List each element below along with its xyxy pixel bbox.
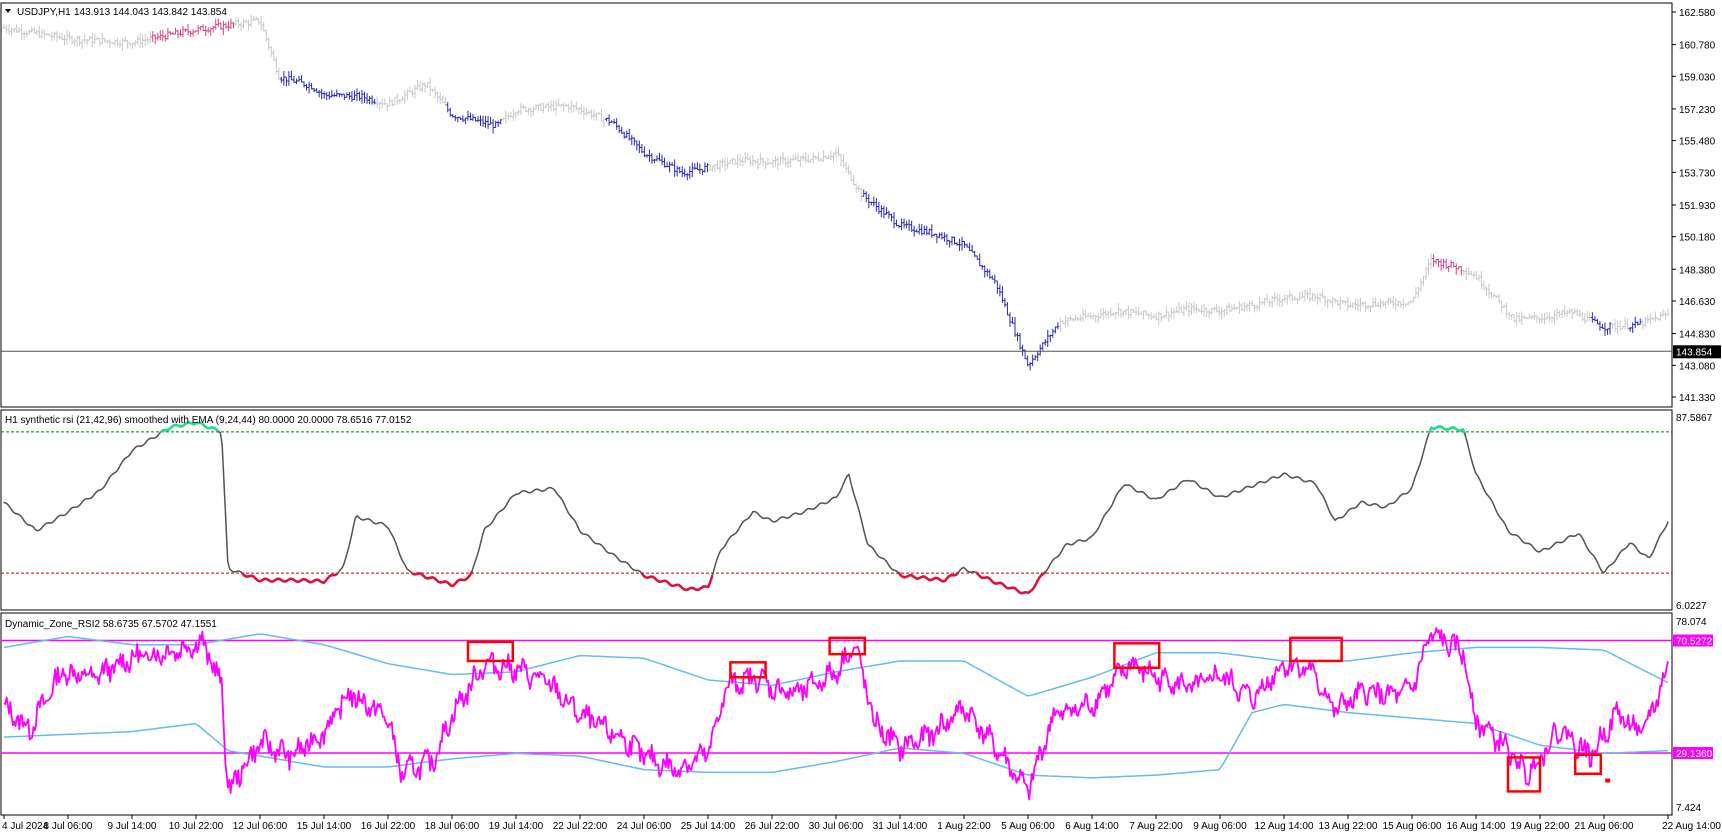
- time-tick-label: 15 Aug 06:00: [1383, 821, 1442, 832]
- price-tick-label: 155.480: [1679, 137, 1716, 148]
- time-tick-label: 22 Aug 14:00: [1662, 821, 1721, 832]
- time-tick-label: 19 Jul 14:00: [489, 821, 544, 832]
- time-tick-label: 13 Aug 22:00: [1319, 821, 1378, 832]
- time-tick-label: 25 Jul 14:00: [681, 821, 736, 832]
- price-axis: 162.580 160.780 159.030 157.230 155.480 153.7…: [1672, 8, 1716, 404]
- time-tick-label: 30 Jul 06:00: [809, 821, 864, 832]
- dz-upper-label: 70.5272: [1676, 637, 1713, 648]
- price-tick-label: 148.380: [1679, 265, 1716, 276]
- rsi-segment-oversold: [709, 574, 714, 584]
- time-tick-label: 12 Jul 06:00: [233, 821, 288, 832]
- price-tick-label: 157.230: [1679, 105, 1716, 116]
- rsi-panel-frame: [0, 409, 1673, 611]
- price-tick-label: 151.930: [1679, 201, 1716, 212]
- trading-chart[interactable]: 143.854 162.580 160.780 159.030 157.230 155.…: [0, 0, 1722, 839]
- time-tick-label: 9 Aug 06:00: [1193, 821, 1247, 832]
- price-tick-label: 144.830: [1679, 330, 1716, 341]
- price-tick-label: 162.580: [1679, 8, 1716, 19]
- dz-marker-dot: [1605, 778, 1611, 783]
- price-panel-ohlc: 143.913 144.043 143.842 143.854: [74, 7, 227, 18]
- time-tick-label: 15 Jul 14:00: [297, 821, 352, 832]
- dz-panel-title: Dynamic_Zone_RSI2 58.6735 67.5702 47.155…: [5, 619, 217, 630]
- time-tick-label: 6 Aug 14:00: [1065, 821, 1119, 832]
- time-tick-label: 5 Aug 06:00: [1001, 821, 1055, 832]
- dz-bottom-tick: 7.424: [1676, 803, 1701, 814]
- price-panel-frame: [0, 2, 1673, 408]
- time-tick-label: 19 Aug 22:00: [1511, 821, 1570, 832]
- dz-panel-frame: [0, 612, 1673, 816]
- time-tick-label: 10 Jul 22:00: [169, 821, 224, 832]
- time-tick-label: 16 Jul 22:00: [361, 821, 416, 832]
- time-tick-label: 1 Aug 22:00: [937, 821, 991, 832]
- time-tick-label: 21 Aug 06:00: [1575, 821, 1634, 832]
- price-panel-symbol: USDJPY,H1: [17, 7, 71, 18]
- price-tick-label: 141.330: [1679, 393, 1716, 404]
- dz-panel[interactable]: Dynamic_Zone_RSI2 58.6735 67.5702 47.155…: [0, 612, 1713, 816]
- current-price-label: 143.854: [1676, 347, 1713, 358]
- price-tick-label: 160.780: [1679, 41, 1716, 52]
- time-tick-label: 16 Aug 14:00: [1447, 821, 1506, 832]
- rsi-top-tick: 87.5867: [1676, 413, 1713, 424]
- dz-lower-label: 29.1360: [1676, 749, 1713, 760]
- rsi-panel[interactable]: H1 synthetic rsi (21,42,96) smoothed wit…: [0, 409, 1713, 612]
- price-tick-label: 143.080: [1679, 361, 1716, 372]
- time-tick-label: 26 Jul 22:00: [745, 821, 800, 832]
- price-panel[interactable]: 143.854 162.580 160.780 159.030 157.230 155.…: [0, 2, 1721, 408]
- time-tick-label: 22 Jul 22:00: [553, 821, 608, 832]
- time-tick-label: 24 Jul 06:00: [617, 821, 672, 832]
- price-tick-label: 153.730: [1679, 168, 1716, 179]
- price-tick-label: 146.630: [1679, 297, 1716, 308]
- time-tick-label: 8 Jul 06:00: [44, 821, 93, 832]
- time-tick-label: 12 Aug 14:00: [1255, 821, 1314, 832]
- time-tick-label: 4 Jul 2024: [2, 821, 49, 832]
- dz-top-tick: 78.074: [1676, 617, 1707, 628]
- rsi-bottom-tick: 6.0227: [1676, 601, 1707, 612]
- time-tick-label: 7 Aug 22:00: [1129, 821, 1183, 832]
- time-axis: 4 Jul 20248 Jul 06:00 9 Jul 14:00 10 Jul 2…: [1, 814, 1721, 832]
- time-tick-label: 31 Jul 14:00: [873, 821, 928, 832]
- price-tick-label: 159.030: [1679, 72, 1716, 83]
- price-tick-label: 150.180: [1679, 233, 1716, 244]
- time-tick-label: 18 Jul 06:00: [425, 821, 480, 832]
- time-tick-label: 9 Jul 14:00: [108, 821, 157, 832]
- rsi-panel-title: H1 synthetic rsi (21,42,96) smoothed wit…: [5, 415, 412, 426]
